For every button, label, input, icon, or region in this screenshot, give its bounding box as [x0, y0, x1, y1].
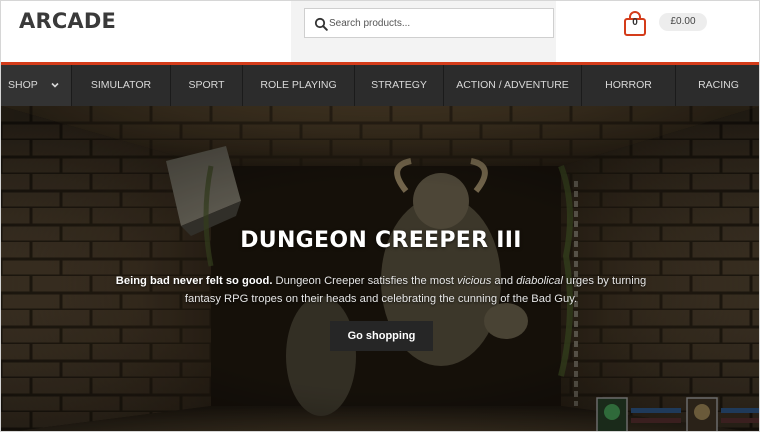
nav-item-horror[interactable]: HORROR — [582, 65, 676, 106]
nav-item-label: SHOP — [8, 79, 38, 91]
hero-description: Being bad never felt so good. Dungeon Cr… — [111, 272, 651, 308]
hero-text-part: Dungeon Creeper satisfies the most — [272, 275, 458, 287]
nav-item-label: ROLE PLAYING — [260, 79, 337, 91]
nav-item-label: RACING — [698, 79, 739, 91]
nav-item-label: STRATEGY — [371, 79, 427, 91]
nav-item-label: HORROR — [605, 79, 652, 91]
chevron-down-icon — [50, 83, 59, 88]
go-shopping-button[interactable]: Go shopping — [330, 321, 433, 351]
hero-banner: DUNGEON CREEPER III Being bad never felt… — [1, 106, 759, 431]
hero-lead: Being bad never felt so good. — [115, 275, 273, 287]
site-header: ARCADE 0 £0.00 — [1, 1, 759, 63]
cart-count: 0 — [632, 17, 638, 28]
hero-emphasis: vicious — [457, 275, 492, 287]
hero-background-image — [1, 106, 759, 431]
hero-text-part: and — [491, 275, 517, 287]
nav-item-label: ACTION / ADVENTURE — [456, 79, 569, 91]
page-frame: ARCADE 0 £0.00 SHOP SIMULATO — [0, 0, 760, 432]
nav-item-action-adventure[interactable]: ACTION / ADVENTURE — [444, 65, 582, 106]
cart-total[interactable]: £0.00 — [659, 13, 707, 31]
nav-item-racing[interactable]: RACING — [676, 65, 759, 106]
main-navigation: SHOP SIMULATOR SPORT ROLE PLAYING STRATE… — [1, 65, 759, 106]
nav-item-simulator[interactable]: SIMULATOR — [72, 65, 171, 106]
nav-item-label: SIMULATOR — [90, 79, 152, 91]
site-logo[interactable]: ARCADE — [19, 9, 116, 33]
hero-title: DUNGEON CREEPER III — [240, 228, 522, 253]
nav-item-role-playing[interactable]: ROLE PLAYING — [243, 65, 355, 106]
nav-item-strategy[interactable]: STRATEGY — [355, 65, 444, 106]
search-icon — [314, 17, 328, 31]
nav-item-label: SPORT — [188, 79, 225, 91]
nav-item-shop[interactable]: SHOP — [1, 65, 72, 106]
hero-emphasis: diabolical — [516, 275, 563, 287]
search-input[interactable] — [329, 9, 549, 37]
nav-item-sport[interactable]: SPORT — [171, 65, 243, 106]
search-form — [304, 8, 554, 38]
